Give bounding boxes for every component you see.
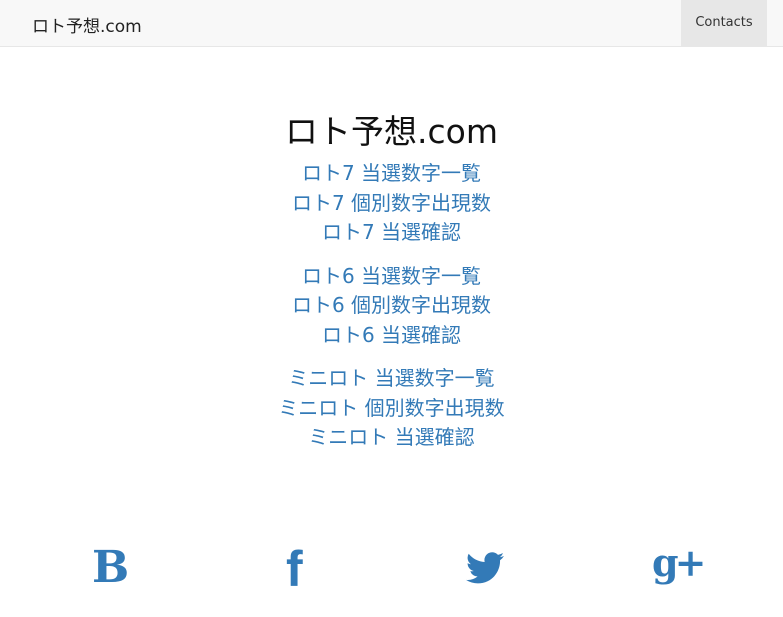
social-links: B f g+ (0, 540, 783, 600)
loto6-frequency-link[interactable]: ロト6 個別数字出現数 (0, 291, 783, 321)
miniloto-check-link[interactable]: ミニロト 当選確認 (0, 423, 783, 453)
loto6-links: ロト6 当選数字一覧 ロト6 個別数字出現数 ロト6 当選確認 (0, 262, 783, 351)
loto6-results-link[interactable]: ロト6 当選数字一覧 (0, 262, 783, 292)
page-title: ロト予想.com (285, 112, 498, 151)
loto6-check-link[interactable]: ロト6 当選確認 (0, 321, 783, 351)
googleplus-icon[interactable]: g+ (652, 540, 706, 585)
loto7-results-link[interactable]: ロト7 当選数字一覧 (0, 159, 783, 189)
twitter-icon[interactable] (466, 552, 504, 588)
loto7-check-link[interactable]: ロト7 当選確認 (0, 218, 783, 248)
hatena-bookmark-icon[interactable]: B (92, 542, 129, 593)
miniloto-links: ミニロト 当選数字一覧 ミニロト 個別数字出現数 ミニロト 当選確認 (0, 364, 783, 453)
miniloto-frequency-link[interactable]: ミニロト 個別数字出現数 (0, 394, 783, 424)
contacts-link[interactable]: Contacts (681, 0, 767, 46)
facebook-icon[interactable]: f (286, 540, 303, 598)
miniloto-results-link[interactable]: ミニロト 当選数字一覧 (0, 364, 783, 394)
loto7-links: ロト7 当選数字一覧 ロト7 個別数字出現数 ロト7 当選確認 (0, 159, 783, 248)
loto7-frequency-link[interactable]: ロト7 個別数字出現数 (0, 189, 783, 219)
brand-link[interactable]: ロト予想.com (32, 12, 142, 37)
navbar: ロト予想.com Contacts (0, 0, 783, 47)
